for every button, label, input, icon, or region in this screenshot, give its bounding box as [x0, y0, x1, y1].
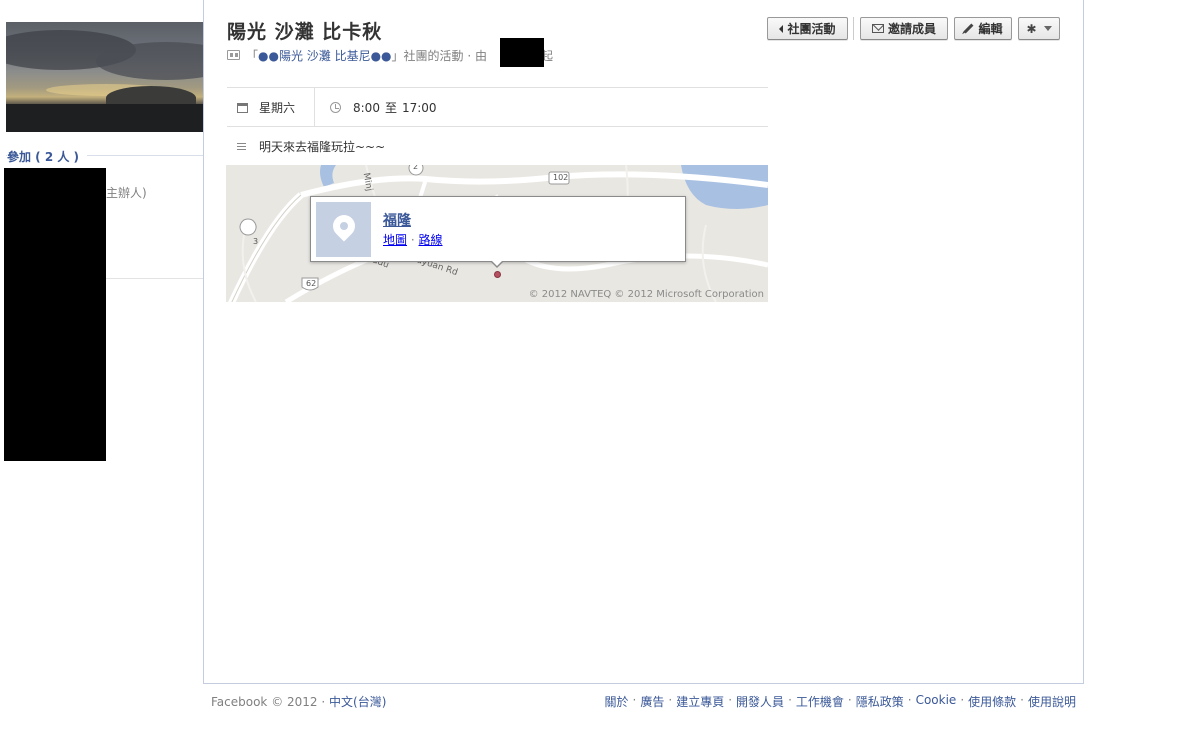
- divider: [227, 126, 768, 127]
- link-separator: ·: [410, 233, 415, 247]
- organizer-label: 主辦人): [106, 186, 147, 200]
- pencil-icon: [964, 23, 974, 34]
- footer-link-careers[interactable]: 工作機會: [796, 693, 844, 710]
- map-copyright: © 2012 NAVTEQ © 2012 Microsoft Corporati…: [528, 289, 764, 300]
- location-card: 福隆 地圖 · 路線: [310, 196, 686, 262]
- redaction-block: [100, 277, 106, 281]
- group-link[interactable]: ●●陽光 沙灘 比基尼●●: [258, 47, 392, 64]
- event-description: 明天來去福隆玩拉~~~: [237, 138, 385, 155]
- location-pin-icon: [327, 209, 360, 242]
- group-events-label: 社團活動: [787, 22, 836, 36]
- footer-link-terms[interactable]: 使用條款: [968, 693, 1016, 710]
- chevron-down-icon: [1043, 26, 1052, 31]
- event-day-text: 星期六: [259, 101, 296, 115]
- map-road-label: 102: [553, 173, 569, 182]
- footer-link-create-page[interactable]: 建立專頁: [676, 693, 724, 710]
- attending-header: 參加 ( 2 人 ): [6, 148, 203, 165]
- redaction-block: [500, 38, 544, 67]
- subtitle-middle-text: 」社團的活動 · 由: [391, 48, 487, 63]
- map-road-label: 62: [306, 279, 317, 288]
- map-pin-thumbnail[interactable]: [316, 202, 371, 257]
- footer-link-ads[interactable]: 廣告: [640, 693, 664, 710]
- cover-city: [6, 104, 203, 132]
- footer-links: 關於 · 廣告 · 建立專頁 · 開發人員 · 工作機會 · 隱私政策 · Co…: [605, 693, 1076, 710]
- event-time-end: 17:00: [401, 100, 437, 115]
- footer-language-link[interactable]: 中文(台灣): [329, 695, 386, 709]
- divider: [853, 17, 854, 40]
- footer-separator: ·: [788, 693, 792, 707]
- map-road-label: 3: [253, 237, 259, 246]
- map-link[interactable]: 地圖: [383, 233, 407, 247]
- location-name-link[interactable]: 福隆: [383, 210, 411, 230]
- directions-link[interactable]: 路線: [419, 233, 443, 247]
- footer-separator: ·: [847, 693, 852, 707]
- event-title: 陽光 沙灘 比卡秋: [227, 21, 383, 43]
- invite-label: 邀請成員: [887, 22, 936, 36]
- footer-separator: ·: [907, 693, 912, 707]
- footer-separator: ·: [1020, 693, 1024, 707]
- footer-link-developers[interactable]: 開發人員: [736, 693, 784, 710]
- back-arrow-icon: [779, 24, 784, 33]
- divider: [227, 87, 768, 88]
- settings-dropdown-button[interactable]: ✱: [1018, 17, 1060, 40]
- event-time-start: 8:00: [353, 100, 380, 115]
- group-events-button[interactable]: 社團活動: [767, 17, 848, 40]
- footer-link-help[interactable]: 使用說明: [1028, 693, 1076, 710]
- footer-separator: ·: [321, 695, 326, 709]
- calendar-icon: [237, 102, 248, 113]
- card-pointer: [491, 261, 503, 268]
- edit-label: 編輯: [978, 22, 1003, 36]
- footer-separator: ·: [668, 693, 673, 707]
- cover-cloud: [96, 42, 203, 80]
- edit-button[interactable]: 編輯: [954, 17, 1012, 40]
- left-column: 參加 ( 2 人 ) 主辦人): [0, 0, 203, 470]
- divider: [314, 88, 315, 126]
- footer-separator: ·: [728, 693, 733, 707]
- clock-icon: [330, 102, 341, 113]
- map-location-marker[interactable]: [494, 271, 501, 278]
- divider: [106, 278, 203, 279]
- footer-separator: ·: [632, 693, 637, 707]
- event-cover-photo[interactable]: [6, 22, 203, 132]
- footer-link-about[interactable]: 關於: [605, 693, 629, 710]
- gear-icon: ✱: [1026, 21, 1037, 36]
- event-description-text: 明天來去福隆玩拉~~~: [259, 140, 386, 154]
- envelope-icon: [871, 24, 884, 33]
- event-time-sep: 至: [384, 101, 397, 115]
- footer-link-privacy[interactable]: 隱私政策: [856, 693, 904, 710]
- invite-members-button[interactable]: 邀請成員: [860, 17, 948, 40]
- description-icon: [237, 142, 246, 151]
- attending-count-link[interactable]: 參加 ( 2 人 ): [7, 148, 88, 165]
- footer-left: Facebook © 2012 · 中文(台灣): [211, 693, 386, 710]
- subtitle-open-bracket: 「: [246, 48, 259, 63]
- footer-separator: ·: [960, 693, 965, 707]
- location-links: 地圖 · 路線: [383, 231, 443, 248]
- event-day: 星期六: [237, 99, 295, 116]
- event-time: 8:00 至 17:00: [330, 99, 437, 116]
- footer-link-cookie[interactable]: Cookie: [916, 693, 957, 710]
- footer-copyright: Facebook © 2012: [211, 695, 318, 709]
- redaction-block: [4, 168, 106, 461]
- group-icon: [227, 50, 240, 60]
- map-road-label: 2: [413, 165, 419, 171]
